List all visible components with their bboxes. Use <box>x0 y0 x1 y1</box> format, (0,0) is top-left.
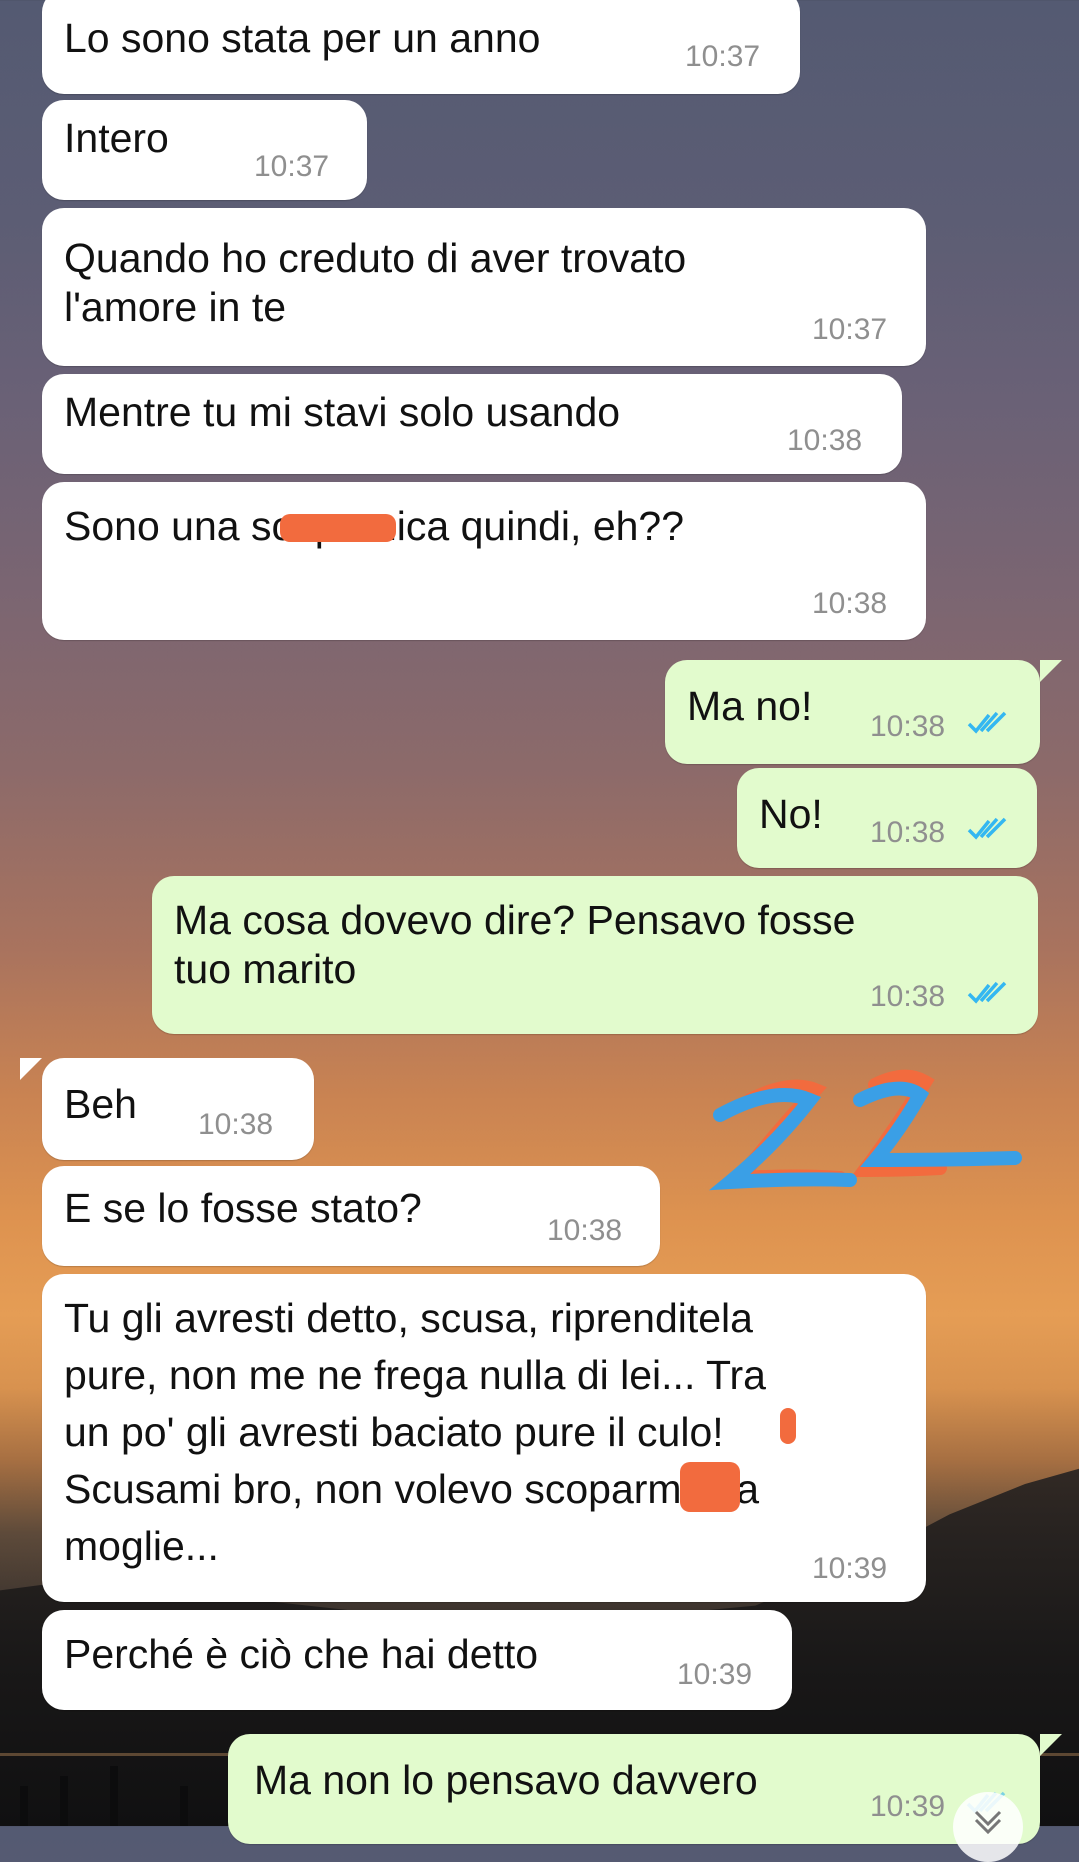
chevron-down-icon <box>974 1810 1002 1835</box>
redaction-mark <box>680 1462 740 1512</box>
message-list[interactable]: Lo sono stata per un anno 10:37 Intero 1… <box>0 0 1079 1862</box>
message-bubble-incoming[interactable]: Tu gli avresti detto, scusa, riprenditel… <box>42 1274 926 1602</box>
message-text: Intero <box>64 115 169 161</box>
message-text: Ma cosa dovevo dire? Pensavo fosse tuo m… <box>174 897 856 992</box>
message-bubble-incoming[interactable]: Mentre tu mi stavi solo usando 10:38 <box>42 374 902 474</box>
scroll-down-button[interactable] <box>953 1792 1023 1862</box>
message-text: E se lo fosse stato? <box>64 1185 422 1231</box>
message-time: 10:38 <box>870 710 946 743</box>
message-text: Ma no! <box>687 683 813 729</box>
message-bubble-incoming[interactable]: Sono una scoparnica quindi, eh?? 10:38 <box>42 482 926 640</box>
message-text: Mentre tu mi stavi solo usando <box>64 389 621 435</box>
message-bubble-incoming[interactable]: Quando ho creduto di aver trovato l'amor… <box>42 208 926 366</box>
redaction-mark <box>280 514 396 542</box>
bubble-tail <box>1040 1734 1062 1756</box>
message-time: 10:37 <box>685 40 761 73</box>
message-bubble-outgoing[interactable]: No! 10:38 <box>737 768 1037 868</box>
message-time: 10:38 <box>547 1214 623 1247</box>
message-time: 10:37 <box>812 313 888 346</box>
double-check-icon <box>967 817 1007 840</box>
message-text: Lo sono stata per un anno <box>64 15 541 61</box>
double-check-icon <box>967 981 1007 1004</box>
message-bubble-outgoing[interactable]: Ma non lo pensavo davvero 10:39 <box>228 1734 1040 1844</box>
message-text: No! <box>759 791 823 837</box>
message-bubble-incoming[interactable]: Perché è ciò che hai detto 10:39 <box>42 1610 792 1710</box>
message-bubble-outgoing[interactable]: Ma cosa dovevo dire? Pensavo fosse tuo m… <box>152 876 1038 1034</box>
message-time: 10:38 <box>787 424 863 457</box>
message-time: 10:37 <box>254 150 330 183</box>
message-bubble-outgoing[interactable]: Ma no! 10:38 <box>665 660 1040 764</box>
message-time: 10:39 <box>812 1552 888 1585</box>
bubble-tail <box>20 1058 42 1080</box>
message-time: 10:38 <box>870 980 946 1013</box>
message-text: Perché è ciò che hai detto <box>64 1631 539 1677</box>
message-time: 10:39 <box>677 1658 753 1691</box>
message-time: 10:38 <box>812 587 888 620</box>
message-bubble-incoming[interactable]: Intero 10:37 <box>42 100 367 200</box>
message-text: Ma non lo pensavo davvero <box>254 1757 758 1803</box>
message-bubble-incoming[interactable]: Lo sono stata per un anno 10:37 <box>42 0 800 94</box>
message-time: 10:38 <box>870 816 946 849</box>
message-text: Beh <box>64 1081 137 1127</box>
message-bubble-incoming[interactable]: E se lo fosse stato? 10:38 <box>42 1166 660 1266</box>
redaction-mark <box>780 1408 796 1444</box>
double-check-icon <box>967 711 1007 734</box>
message-time: 10:39 <box>870 1790 946 1823</box>
message-text: Quando ho creduto di aver trovato l'amor… <box>64 235 687 330</box>
message-text: Tu gli avresti detto, scusa, riprenditel… <box>64 1295 766 1569</box>
message-time: 10:38 <box>198 1108 274 1141</box>
doodle-annotation <box>708 1069 1022 1191</box>
message-bubble-incoming[interactable]: Beh 10:38 <box>42 1058 314 1160</box>
bubble-tail <box>1040 660 1062 682</box>
